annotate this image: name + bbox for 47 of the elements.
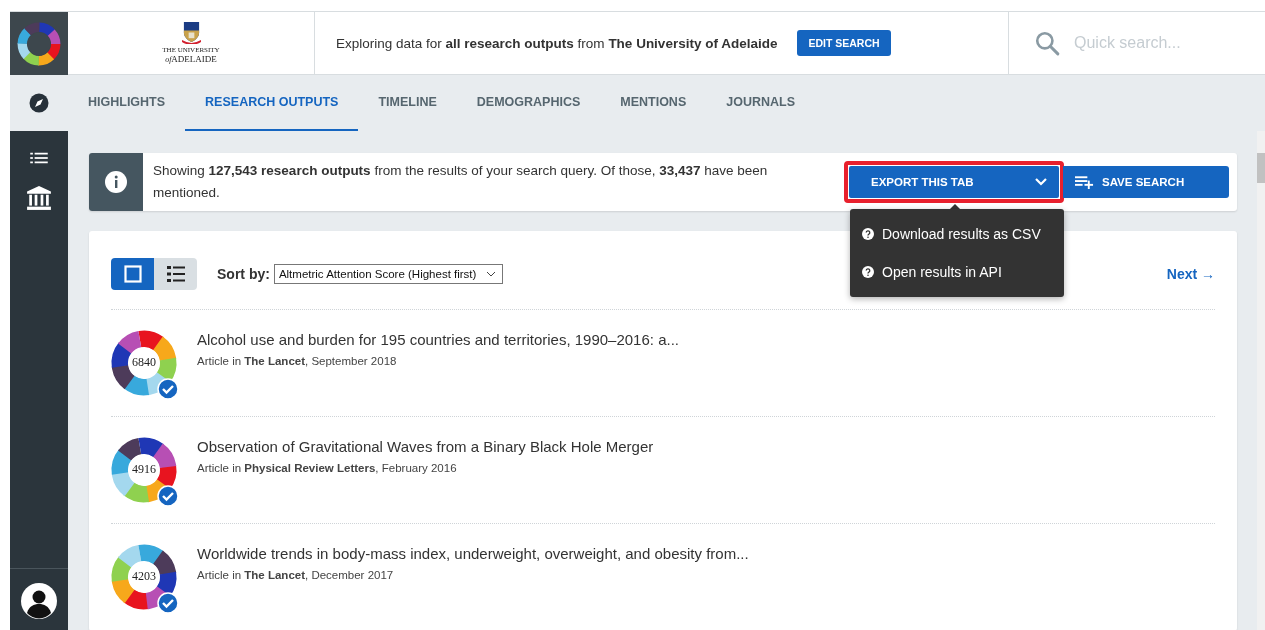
institution-icon[interactable] (26, 185, 52, 211)
quick-search-field[interactable]: Quick search... (1072, 33, 1226, 53)
attention-score: 6840 (131, 355, 157, 370)
chevron-down-icon (1035, 178, 1047, 186)
output-title-link[interactable]: Alcohol use and burden for 195 countries and territories, 1990–2016: a... (197, 331, 679, 348)
menu-item[interactable]: Download results as CSV (850, 215, 1064, 253)
verified-check-icon (157, 378, 179, 400)
nav-tab[interactable]: TIMELINE (358, 75, 457, 131)
crest-icon (181, 21, 201, 44)
sort-dropdown[interactable]: Altmetric Attention Score (Highest first) (273, 264, 504, 284)
list-icon (166, 265, 185, 283)
nav-tab[interactable]: JOURNALS (706, 75, 815, 131)
user-avatar-icon[interactable] (21, 583, 57, 619)
export-tab-button[interactable]: EXPORT THIS TAB (849, 166, 1059, 198)
save-search-button[interactable]: SAVE SEARCH (1063, 166, 1229, 198)
list-icon[interactable] (30, 151, 48, 165)
add-to-list-icon (1075, 175, 1094, 189)
next-page-link[interactable]: Next → (1166, 266, 1215, 282)
compass-icon[interactable] (29, 93, 49, 113)
output-title-link[interactable]: Worldwide trends in body-mass index, underweight, overweight, and obesity from... (197, 545, 749, 562)
ring-logo-icon (16, 20, 62, 67)
university-name: ofADELAIDE (165, 54, 217, 65)
attention-score: 4916 (131, 462, 157, 477)
results-summary: Showing 127,543 research outputs from the results of your search query. Of those, 33,437 have been mentioned. (152, 162, 769, 202)
chevron-down-icon (486, 271, 497, 277)
square-icon (123, 265, 142, 283)
nav-tab[interactable]: MENTIONS (600, 75, 707, 131)
help-icon (862, 228, 874, 240)
nav-tab[interactable]: HIGHLIGHTS (68, 75, 186, 131)
nav-tab[interactable]: DEMOGRAPHICS (456, 75, 601, 131)
scrollbar[interactable] (1257, 131, 1265, 630)
output-details: Article in The Lancet, December 2017 (197, 569, 395, 581)
menu-item[interactable]: Open results in API (850, 253, 1064, 291)
edit-search-button[interactable]: EDIT SEARCH (797, 30, 891, 56)
output-title-link[interactable]: Observation of Gravitational Waves from a Binary Black Hole Merger (197, 438, 654, 455)
help-icon (862, 266, 874, 278)
output-details: Article in Physical Review Letters, February 2016 (197, 462, 458, 474)
search-summary: Exploring data for all research outputs from The University of Adelaide (336, 35, 778, 51)
output-details: Article in The Lancet, September 2018 (197, 355, 398, 367)
sort-label: Sort by: (217, 266, 270, 282)
attention-score: 4203 (131, 569, 157, 584)
verified-check-icon (157, 485, 179, 507)
info-icon (105, 171, 127, 193)
list-view-button[interactable] (154, 258, 197, 290)
verified-check-icon (157, 592, 179, 614)
grid-view-button[interactable] (111, 258, 154, 290)
search-icon (1034, 30, 1060, 56)
